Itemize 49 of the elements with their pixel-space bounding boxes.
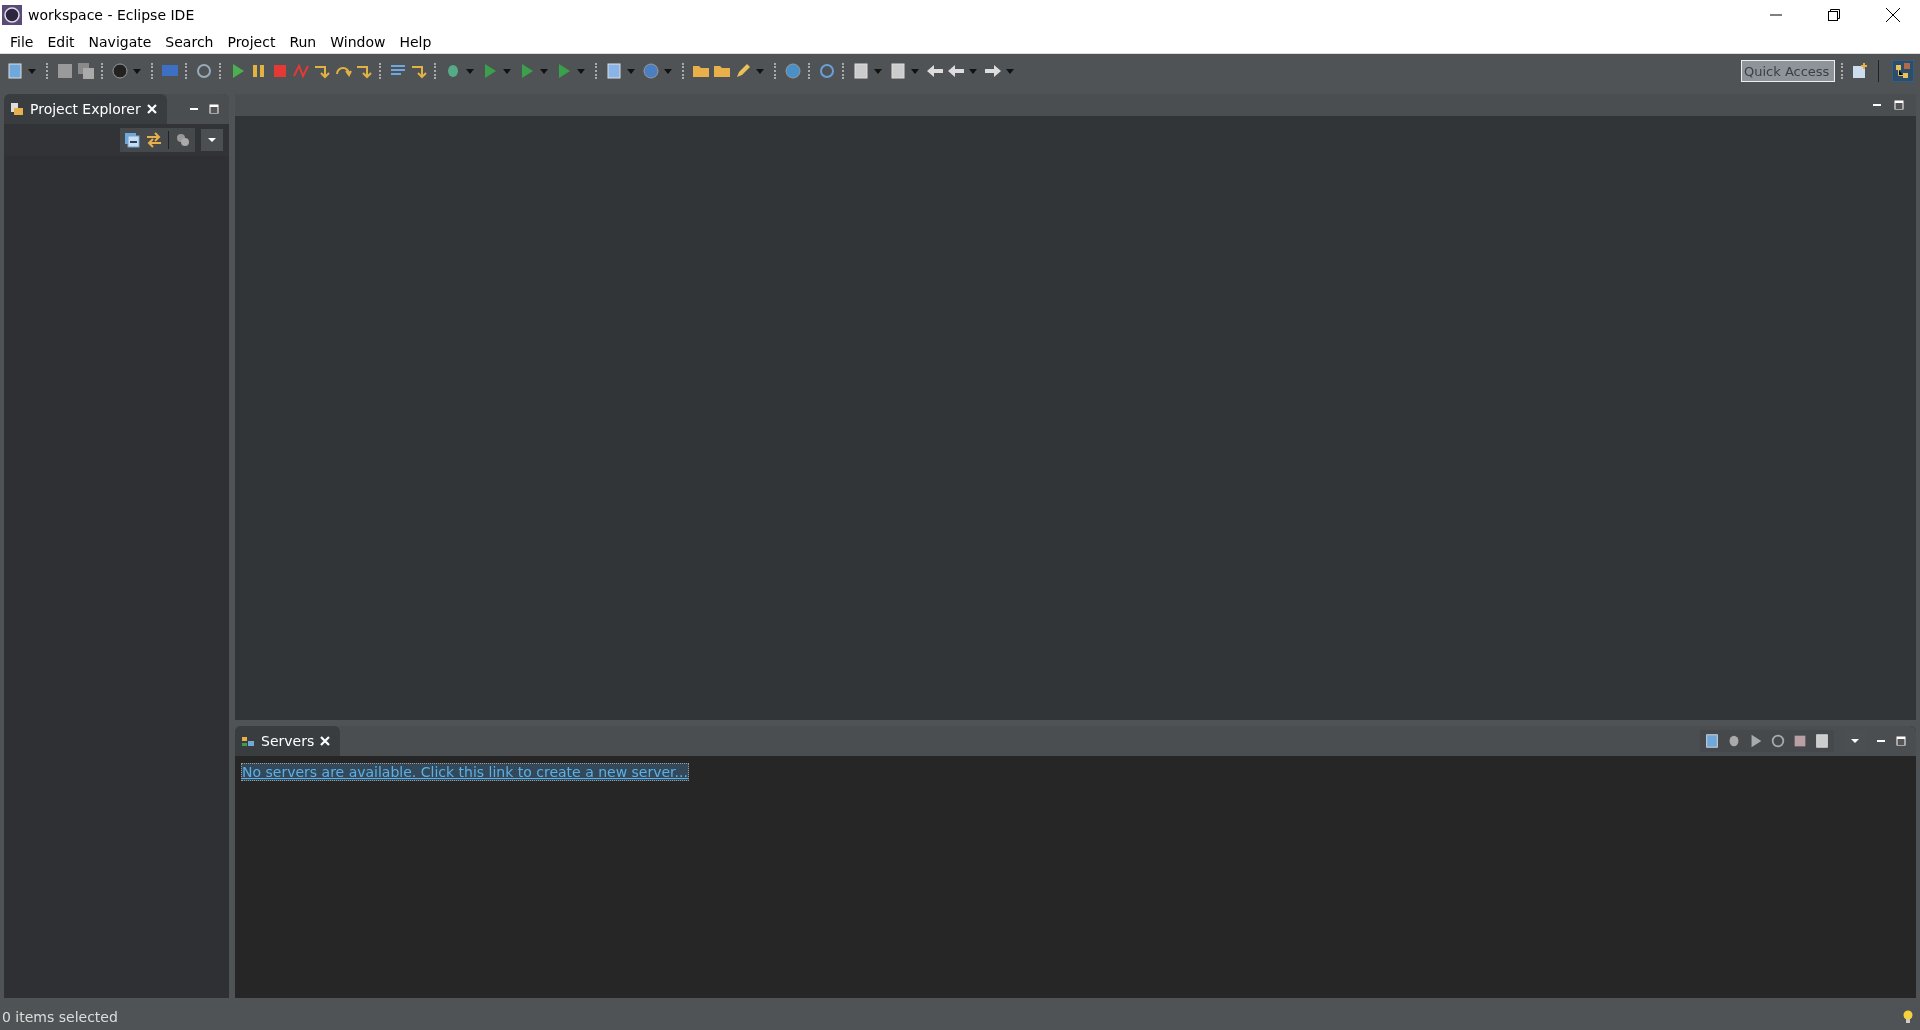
dropdown-arrow-icon[interactable]: [969, 68, 977, 74]
maximize-icon[interactable]: [209, 104, 219, 114]
dropdown-arrow-icon[interactable]: [503, 68, 511, 74]
dropdown-arrow-icon[interactable]: [133, 68, 141, 74]
menu-item[interactable]: File: [4, 33, 40, 50]
menu-item[interactable]: Run: [283, 33, 323, 50]
stop-icon[interactable]: [1792, 733, 1808, 749]
menu-item[interactable]: Project: [221, 33, 282, 50]
quick-access-field[interactable]: Quick Access: [1741, 60, 1835, 82]
app-icon: [2, 5, 22, 25]
maximize-icon[interactable]: [1894, 100, 1904, 110]
view-tab[interactable]: Project Explorer: [4, 94, 167, 124]
dropdown-arrow-icon[interactable]: [874, 68, 882, 74]
dropdown-arrow-icon[interactable]: [577, 68, 585, 74]
tip-icon[interactable]: [1902, 1010, 1914, 1024]
tab-label: Servers: [261, 733, 315, 749]
perspective-icon[interactable]: [1892, 60, 1914, 82]
close-icon[interactable]: [1886, 8, 1900, 22]
dropdown-arrow-icon[interactable]: [1006, 68, 1014, 74]
menu-item[interactable]: Navigate: [82, 33, 158, 50]
view-tab[interactable]: Servers: [235, 726, 341, 756]
menu-item[interactable]: Search: [159, 33, 220, 50]
dropdown-arrow-icon[interactable]: [664, 68, 672, 74]
view-menu-icon[interactable]: [201, 129, 223, 151]
dropdown-arrow-icon[interactable]: [28, 68, 36, 74]
dropdown-arrow-icon[interactable]: [627, 68, 635, 74]
dropdown-arrow-icon[interactable]: [756, 68, 764, 74]
menu-item[interactable]: Edit: [41, 33, 81, 50]
link-editor-icon[interactable]: [146, 132, 162, 148]
open-perspective-icon[interactable]: [1851, 62, 1869, 80]
tab-label: Project Explorer: [30, 101, 141, 117]
dropdown-arrow-icon[interactable]: [911, 68, 919, 74]
collapse-all-icon[interactable]: [124, 132, 140, 148]
save-icon[interactable]: [56, 62, 74, 80]
forward-icon[interactable]: [984, 62, 1002, 80]
window-title: workspace - Eclipse IDE: [28, 7, 195, 23]
back-icon[interactable]: [947, 62, 965, 80]
save-all-icon[interactable]: [77, 62, 95, 80]
dropdown-arrow-icon[interactable]: [466, 68, 474, 74]
dropdown-arrow-icon[interactable]: [540, 68, 548, 74]
menu-item[interactable]: Help: [393, 33, 438, 50]
maximize-icon[interactable]: [1896, 736, 1906, 746]
create-server-link[interactable]: No servers are available. Click this link to create a new server...: [241, 763, 689, 781]
menu-item[interactable]: Window: [324, 33, 392, 50]
project-explorer-icon: [10, 102, 24, 116]
new-file-icon[interactable]: [6, 62, 24, 80]
pen-icon[interactable]: [734, 62, 752, 80]
restore-icon[interactable]: [1828, 9, 1840, 21]
status-text: 0 items selected: [2, 1009, 118, 1025]
